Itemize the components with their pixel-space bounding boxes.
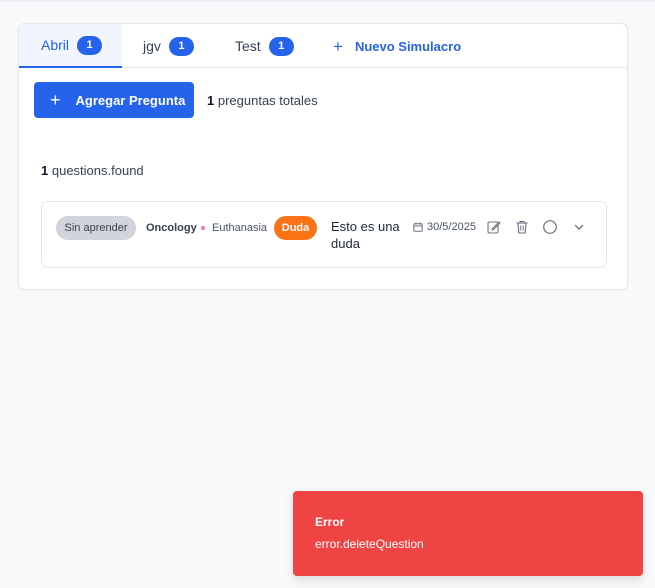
tab-label: Test	[235, 38, 261, 54]
question-date: 30/5/2025	[413, 221, 476, 233]
chevron-down-icon[interactable]	[570, 218, 588, 236]
total-text: preguntas totales	[217, 93, 318, 108]
total-count: 1	[207, 93, 215, 108]
duda-tag: Duda	[274, 216, 317, 240]
question-text: Esto es una duda	[331, 219, 400, 251]
tab-count-badge: 1	[168, 36, 194, 56]
new-simulacro-label: Nuevo Simulacro	[354, 38, 462, 54]
found-count: 1	[41, 163, 49, 178]
trash-icon[interactable]	[513, 218, 531, 236]
found-text: questions.found	[51, 163, 144, 178]
tab-test[interactable]: Test 1	[217, 24, 317, 68]
plus-icon: +	[50, 90, 61, 110]
plus-icon: +	[333, 36, 343, 56]
toast-title: Error	[315, 515, 345, 529]
new-simulacro-tab[interactable]: + Nuevo Simulacro	[317, 24, 477, 68]
total-questions: 1 preguntas totales	[207, 93, 318, 108]
tab-count-badge: 1	[268, 36, 294, 56]
date-text: 30/5/2025	[427, 221, 476, 233]
status-badge: Sin aprender	[56, 216, 136, 240]
question-row[interactable]: Sin aprender Oncology Euthanasia Duda Es…	[41, 201, 607, 268]
tab-label: jgv	[143, 38, 161, 54]
simulacro-panel: Abril 1 jgv 1 Test 1 + Nuevo Simulacro +…	[18, 23, 628, 290]
circle-icon[interactable]	[541, 218, 559, 236]
calendar-icon	[413, 222, 423, 232]
tab-jgv[interactable]: jgv 1	[122, 24, 217, 68]
topic-label: Euthanasia	[212, 222, 268, 234]
tab-abril[interactable]: Abril 1	[19, 24, 122, 68]
top-divider	[0, 0, 655, 2]
tab-count-badge: 1	[77, 35, 103, 55]
simulacro-tabs: Abril 1 jgv 1 Test 1 + Nuevo Simulacro	[19, 24, 627, 68]
add-question-button[interactable]: + Agregar Pregunta	[34, 82, 194, 118]
toast-message: error.deleteQuestion	[315, 537, 424, 551]
separator-dot	[201, 226, 205, 230]
edit-icon[interactable]	[485, 218, 503, 236]
error-toast[interactable]: Error error.deleteQuestion	[293, 491, 643, 576]
tab-label: Abril	[41, 37, 70, 53]
subject-label: Oncology	[146, 222, 197, 234]
add-question-label: Agregar Pregunta	[75, 92, 186, 108]
questions-found: 1 questions.found	[41, 163, 144, 178]
